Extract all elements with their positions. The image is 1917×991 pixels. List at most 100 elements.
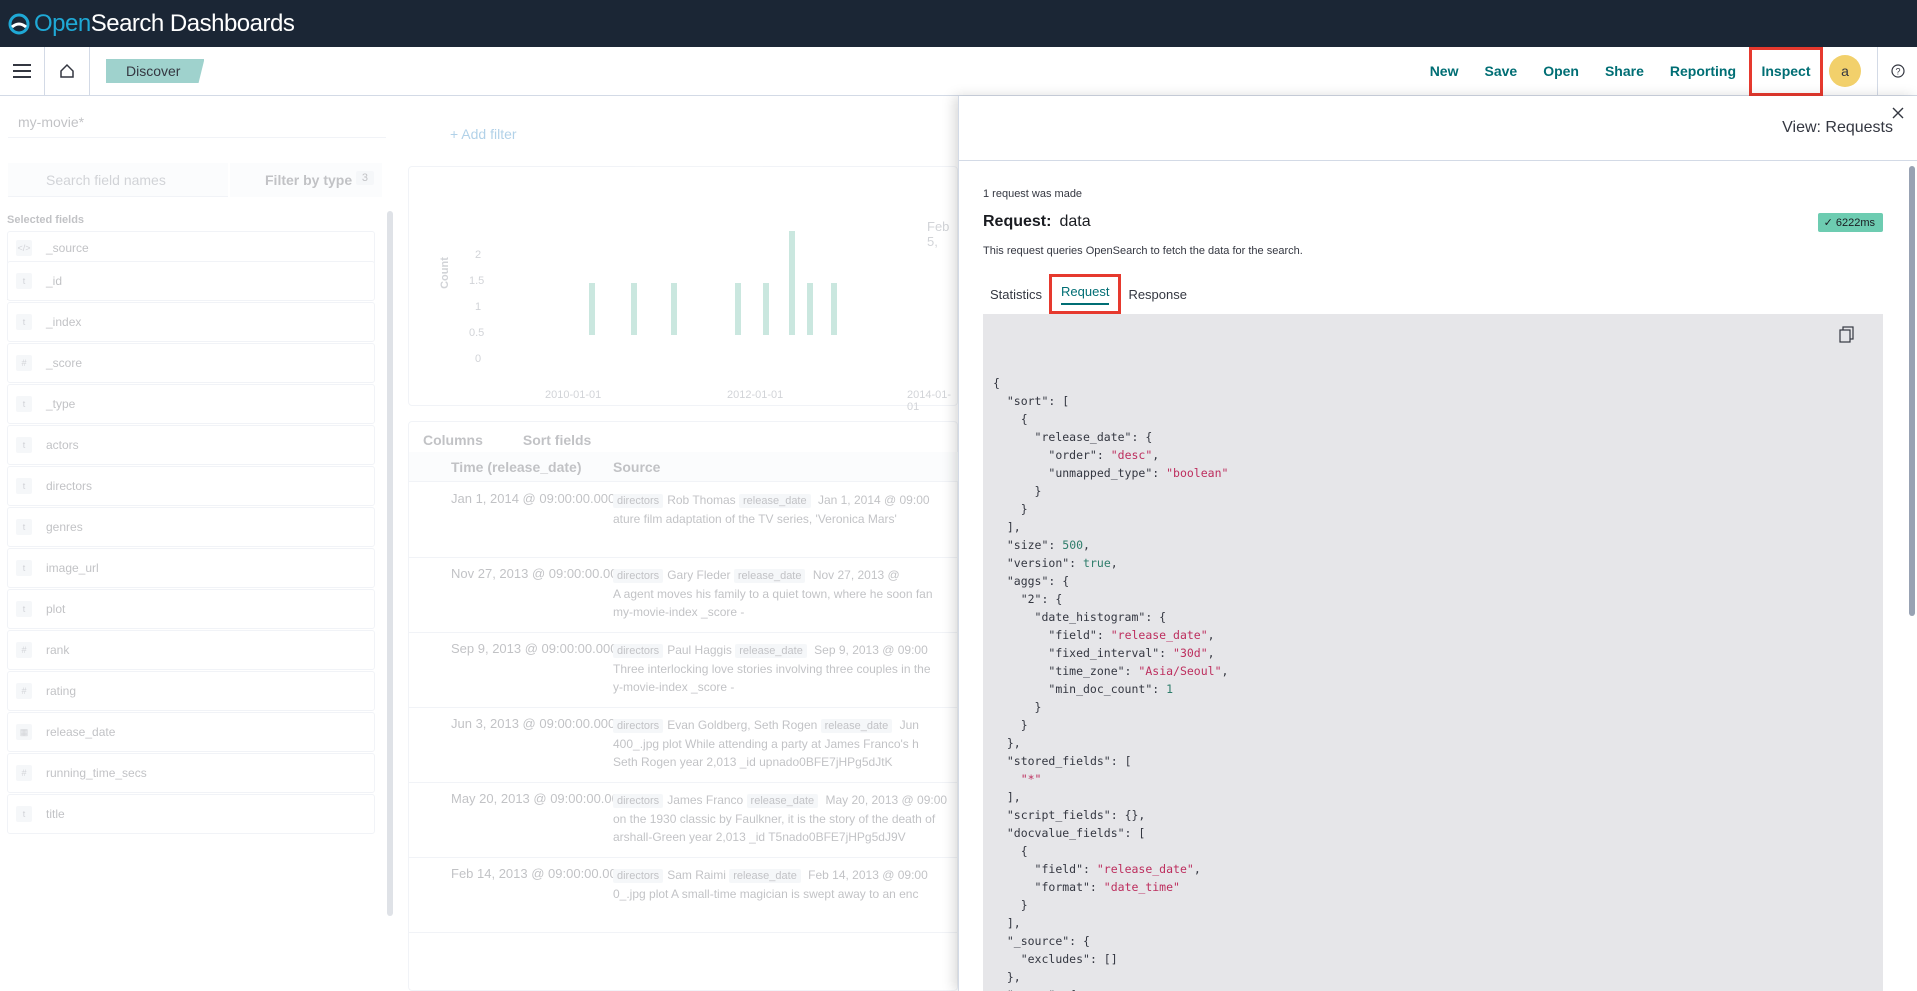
flyout-scrollbar[interactable]	[1909, 166, 1915, 616]
histogram-bar[interactable]	[671, 283, 677, 335]
code-line: }	[993, 718, 1028, 732]
field-name: _id	[46, 274, 63, 288]
field-item[interactable]: t _id	[7, 261, 375, 301]
histogram-bar[interactable]	[631, 283, 637, 335]
tab-statistics[interactable]: Statistics	[983, 287, 1049, 302]
field-name: genres	[46, 520, 83, 534]
code-line: "docvalue_fields": [	[1006, 826, 1146, 840]
histogram-bar[interactable]	[735, 283, 741, 335]
avatar[interactable]: a	[1829, 55, 1861, 87]
table-row[interactable]: Nov 27, 2013 @ 09:00:00.000 directors Gary…	[409, 558, 959, 633]
field-item[interactable]: t genres	[7, 507, 375, 547]
field-name: image_url	[46, 561, 99, 575]
field-item[interactable]: # rating	[7, 671, 375, 711]
field-item[interactable]: t actors	[7, 425, 375, 465]
breadcrumb-discover[interactable]: Discover	[106, 59, 205, 83]
field-item[interactable]: t directors	[7, 466, 375, 506]
sidebar-scrollbar[interactable]	[387, 211, 393, 916]
selected-field-item[interactable]: </> _source	[7, 231, 375, 265]
field-item[interactable]: t _type	[7, 384, 375, 424]
row-source: directors Gary Fleder release_date Nov 27…	[613, 568, 933, 619]
code-line: "script_fields": {},	[1006, 808, 1146, 822]
field-item[interactable]: ▦ release_date	[7, 712, 375, 752]
code-line: "date_histogram": {	[1034, 610, 1167, 624]
field-item[interactable]: # rank	[7, 630, 375, 670]
reporting-button[interactable]: Reporting	[1657, 63, 1749, 79]
open-button[interactable]: Open	[1530, 63, 1592, 79]
col-source[interactable]: Source	[613, 459, 660, 475]
add-filter-button[interactable]: + Add filter	[450, 126, 517, 142]
share-button[interactable]: Share	[1592, 63, 1657, 79]
copy-icon[interactable]	[1839, 326, 1855, 344]
row-time: Nov 27, 2013 @ 09:00:00.000	[451, 566, 625, 581]
request-description: This request queries OpenSearch to fetch…	[983, 245, 1303, 257]
field-name: _score	[46, 356, 83, 370]
field-type-icon: #	[16, 683, 32, 699]
field-name: directors	[46, 479, 93, 493]
inspect-button[interactable]: Inspect	[1761, 63, 1810, 79]
field-name: rank	[46, 643, 70, 657]
field-item[interactable]: t title	[7, 794, 375, 834]
divider	[959, 160, 1917, 161]
field-type-icon: t	[16, 273, 32, 289]
table-row[interactable]: Jun 3, 2013 @ 09:00:00.000 directors Evan …	[409, 708, 959, 783]
flyout-title[interactable]: View: Requests	[1782, 119, 1893, 137]
sort-fields-button[interactable]: Sort fields	[523, 432, 591, 448]
code-line: },	[993, 736, 1021, 750]
menu-toggle-button[interactable]	[0, 47, 45, 95]
help-button[interactable]: ?	[1877, 47, 1917, 95]
filter-by-type-button[interactable]: Filter by type 3	[230, 163, 382, 197]
save-button[interactable]: Save	[1471, 63, 1530, 79]
code-line: "query": {	[993, 986, 1873, 991]
histogram-bar[interactable]	[831, 283, 837, 335]
histogram-bar[interactable]	[589, 283, 595, 335]
code-lines: { "sort": [ { "release_date": { "order":…	[993, 374, 1873, 991]
field-type-icon: t	[16, 478, 32, 494]
field-type-icon: </>	[16, 240, 32, 256]
code-line: "format": "date_time"	[1034, 880, 1180, 894]
code-line: }	[993, 484, 1042, 498]
histogram-bar[interactable]	[763, 283, 769, 335]
field-search-input[interactable]: Search field names	[8, 163, 228, 197]
histogram-bar[interactable]	[807, 283, 813, 335]
field-name: release_date	[46, 725, 116, 739]
table-row[interactable]: Feb 14, 2013 @ 09:00:00.000 directors Sam …	[409, 858, 959, 933]
field-type-icon: t	[16, 396, 32, 412]
y-tick: 0	[475, 353, 482, 365]
table-row[interactable]: Sep 9, 2013 @ 09:00:00.000 directors Paul …	[409, 633, 959, 708]
field-item[interactable]: # _score	[7, 343, 375, 383]
selected-fields-heading: Selected fields	[7, 214, 85, 226]
histogram-bar[interactable]	[789, 231, 795, 335]
field-item[interactable]: t plot	[7, 589, 375, 629]
code-line: "sort": [	[1006, 394, 1070, 408]
code-line: "field": "release_date",	[1034, 862, 1201, 876]
opensearch-logo-icon[interactable]	[8, 13, 30, 35]
new-button[interactable]: New	[1417, 63, 1472, 79]
request-code-block[interactable]: { "sort": [ { "release_date": { "order":…	[983, 314, 1883, 991]
code-line: "version": true,	[1006, 556, 1118, 570]
home-button[interactable]	[45, 47, 90, 95]
table-row[interactable]: Jan 1, 2014 @ 09:00:00.000 directors Rob T…	[409, 483, 959, 558]
code-line: "size": 500,	[1006, 538, 1090, 552]
row-time: Jun 3, 2013 @ 09:00:00.000	[451, 716, 616, 731]
field-item[interactable]: t _index	[7, 302, 375, 342]
app-logo[interactable]: OpenSearch Dashboards	[34, 10, 295, 38]
field-item[interactable]: # running_time_secs	[7, 753, 375, 793]
columns-button[interactable]: Columns	[423, 432, 483, 448]
table-row[interactable]: May 20, 2013 @ 09:00:00.000 directors Jame…	[409, 783, 959, 858]
code-line: ],	[993, 916, 1021, 930]
code-line: "stored_fields": [	[1006, 754, 1132, 768]
col-time[interactable]: Time (release_date)	[451, 459, 581, 475]
tab-response[interactable]: Response	[1121, 287, 1194, 302]
code-line: "_source": {	[1006, 934, 1090, 948]
index-pattern-select[interactable]: my-movie*	[8, 104, 386, 138]
tab-request[interactable]: Request	[1049, 274, 1122, 314]
code-line: "fixed_interval": "30d",	[1048, 646, 1215, 660]
row-time: Sep 9, 2013 @ 09:00:00.000	[451, 641, 618, 656]
close-icon[interactable]	[1891, 106, 1905, 120]
code-line: }	[993, 502, 1028, 516]
chart-date-label: Feb 5,	[927, 219, 950, 249]
field-sidebar: my-movie* Search field names Filter by t…	[0, 96, 393, 991]
field-item[interactable]: t image_url	[7, 548, 375, 588]
header-bar: OpenSearch Dashboards	[0, 0, 1917, 47]
